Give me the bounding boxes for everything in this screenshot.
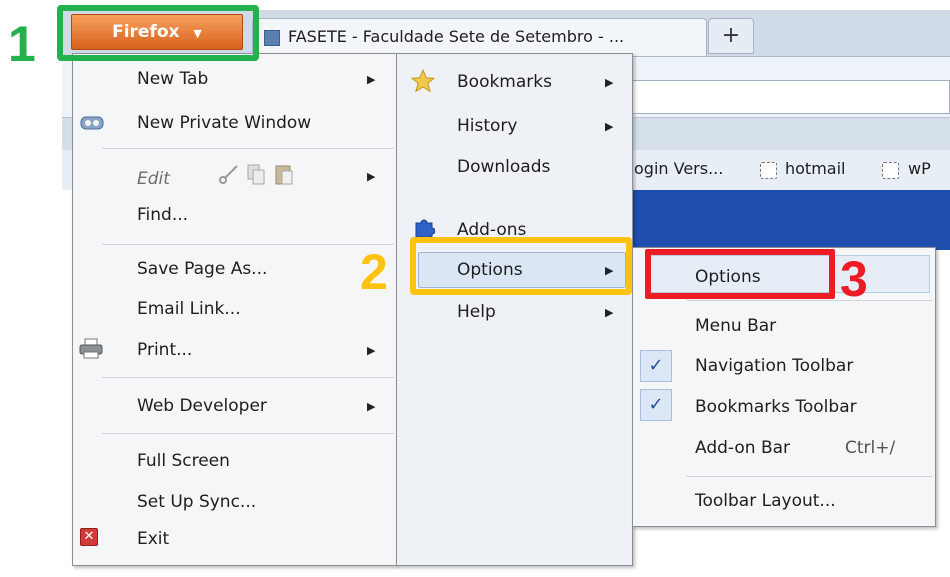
submenu-item-navigation-toolbar[interactable]: Navigation Toolbar: [695, 356, 853, 376]
menu-separator: [102, 377, 394, 378]
submenu-item-menu-bar[interactable]: Menu Bar: [695, 316, 776, 336]
submenu-item-addon-bar[interactable]: Add-on Bar: [695, 438, 790, 458]
submenu-arrow-icon: ▶: [367, 400, 376, 413]
menu-item-set-up-sync[interactable]: Set Up Sync...: [137, 492, 256, 512]
new-tab-button[interactable]: +: [708, 18, 754, 54]
mask-icon: [80, 114, 104, 137]
menu-item-downloads[interactable]: Downloads: [457, 157, 550, 177]
shortcut-label: Ctrl+/: [845, 438, 896, 458]
bookmark-hotmail[interactable]: hotmail: [785, 159, 845, 178]
printer-icon: [79, 338, 103, 365]
paste-icon: [274, 162, 294, 191]
menu-item-help[interactable]: Help: [457, 302, 496, 322]
submenu-arrow-icon: ▶: [367, 344, 376, 357]
menu-item-full-screen[interactable]: Full Screen: [137, 451, 230, 471]
annotation-number-3: 3: [840, 251, 868, 307]
annotation-box-step1: [57, 5, 259, 61]
scissors-icon: [218, 163, 240, 190]
star-icon: [410, 68, 436, 99]
checkmark-icon: ✓: [640, 350, 672, 382]
menu-item-bookmarks[interactable]: Bookmarks: [457, 72, 552, 92]
menu-separator: [102, 433, 394, 434]
menu-item-exit[interactable]: Exit: [137, 529, 169, 549]
tab-title: FASETE - Faculdade Sete de Setembro - ..…: [288, 27, 625, 46]
bookmark-wp[interactable]: wP: [908, 159, 931, 178]
submenu-item-toolbar-layout[interactable]: Toolbar Layout...: [695, 491, 836, 511]
checkmark-icon: ✓: [640, 389, 672, 421]
bookmark-folder-icon: [882, 162, 899, 179]
annotation-box-step3: [645, 249, 835, 299]
url-bar[interactable]: [630, 80, 950, 114]
submenu-arrow-icon: ▶: [605, 76, 614, 89]
submenu-arrow-icon: ▶: [367, 170, 376, 183]
submenu-arrow-icon: ▶: [367, 73, 376, 86]
site-favicon-icon: [264, 30, 280, 46]
submenu-arrow-icon: ▶: [605, 306, 614, 319]
annotation-number-2: 2: [360, 244, 388, 300]
menu-item-email-link[interactable]: Email Link...: [137, 299, 241, 319]
exit-icon: ✕: [80, 528, 98, 546]
bookmark-folder-icon: [760, 162, 777, 179]
copy-icon: [246, 163, 266, 190]
annotation-number-1: 1: [8, 16, 36, 72]
menu-item-print[interactable]: Print...: [137, 340, 192, 360]
menu-item-web-developer[interactable]: Web Developer: [137, 396, 267, 416]
menu-separator: [102, 148, 394, 149]
menu-item-history[interactable]: History: [457, 116, 517, 136]
menu-item-find[interactable]: Find...: [137, 205, 188, 225]
menu-item-save-page-as[interactable]: Save Page As...: [137, 259, 267, 279]
menu-item-new-private-window[interactable]: New Private Window: [137, 113, 311, 133]
menu-separator: [686, 476, 932, 477]
menu-separator: [686, 300, 932, 301]
menu-item-edit[interactable]: Edit: [137, 169, 170, 189]
menu-item-new-tab[interactable]: New Tab: [137, 69, 208, 89]
annotation-box-step2: [410, 237, 632, 295]
bookmark-login[interactable]: ogin Vers...: [634, 159, 723, 178]
submenu-item-bookmarks-toolbar[interactable]: Bookmarks Toolbar: [695, 397, 857, 417]
page-banner: [630, 190, 950, 250]
menu-separator: [102, 244, 394, 245]
submenu-arrow-icon: ▶: [605, 120, 614, 133]
